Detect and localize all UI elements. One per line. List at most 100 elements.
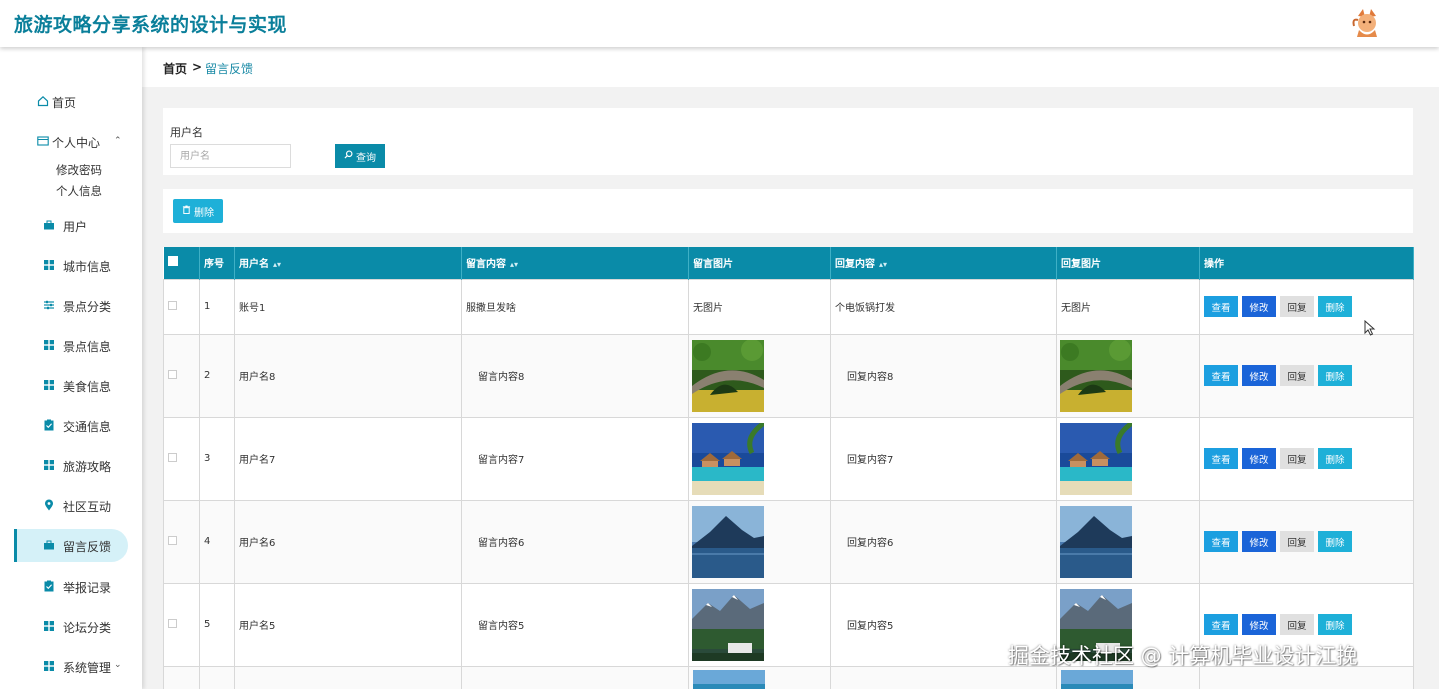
app-title: 旅游攻略分享系统的设计与实现 [14,14,288,36]
row-checkbox[interactable] [168,300,177,310]
username-search-input[interactable] [170,144,291,168]
search-panel: 用户名 查询 [163,108,1413,175]
select-all-checkbox[interactable] [167,256,178,267]
grid-icon [43,660,55,672]
breadcrumb: 首页 > 留言反馈 [142,47,1439,87]
sidebar-item-community[interactable]: 社区互动 [14,489,128,522]
sidebar-item-food-info[interactable]: 美食信息 [14,369,128,402]
header-message[interactable]: 留言内容 ▴▾ [461,247,689,279]
sidebar-item-spot-category[interactable]: 景点分类 [14,289,128,322]
row-checkbox[interactable] [168,369,177,379]
edit-button[interactable]: 修改 [1242,448,1276,469]
search-button[interactable]: 查询 [335,144,385,168]
sidebar-subitem-change-password[interactable]: 修改密码 [56,162,102,178]
view-button[interactable]: 查看 [1204,614,1238,635]
chevron-up-icon[interactable]: ⌃ [114,136,122,146]
view-button[interactable]: 查看 [1204,448,1238,469]
row-username: 用户名8 [234,333,462,418]
row-message: 留言内容7 [461,416,689,501]
bridge-photo[interactable] [1060,339,1132,412]
id-card-icon [37,135,49,147]
mouse-cursor-icon [1364,320,1376,336]
sort-icon[interactable]: ▴▾ [510,260,518,269]
bungalow-photo[interactable] [1060,422,1132,495]
user-avatar[interactable] [1350,6,1384,40]
lake-photo[interactable] [1060,505,1132,578]
bulk-delete-button[interactable]: 删除 [173,199,223,223]
edit-button[interactable]: 修改 [1242,365,1276,386]
sidebar-item-traffic-info[interactable]: 交通信息 [14,409,128,442]
sidebar-item-label: 留言反馈 [63,540,112,554]
delete-button[interactable]: 删除 [1318,448,1352,469]
sidebar-item-home[interactable]: 首页 [14,85,128,118]
mountain-photo[interactable] [692,588,764,661]
sidebar-item-spot-info[interactable]: 景点信息 [14,329,128,362]
delete-button[interactable]: 删除 [1318,614,1352,635]
header-reply-label: 回复内容 [835,259,875,271]
bulk-delete-label: 删除 [194,207,214,219]
reply-button[interactable]: 回复 [1280,448,1314,469]
bungalow-photo[interactable] [692,422,764,495]
sidebar-item-label: 城市信息 [63,260,112,274]
action-panel: 删除 [163,189,1413,233]
lake-photo[interactable] [692,505,764,578]
sort-icon[interactable]: ▴▾ [879,260,887,269]
delete-button[interactable]: 删除 [1318,365,1352,386]
edit-button[interactable]: 修改 [1242,296,1276,317]
beach-photo[interactable] [1061,669,1133,689]
bridge-photo[interactable] [692,339,764,412]
sidebar-item-city-info[interactable]: 城市信息 [14,249,128,282]
sort-icon[interactable]: ▴▾ [273,260,281,269]
table-row: 2 用户名8 留言内容8 回复内容8 查看 修改 回复 删除 [163,333,1414,418]
pin-icon [43,499,55,511]
sidebar-item-feedback[interactable]: 留言反馈 [14,529,128,562]
reply-button[interactable]: 回复 [1280,614,1314,635]
sidebar-item-label: 景点分类 [63,300,112,314]
header-no: 序号 [199,247,235,279]
select-all-cell [163,247,200,279]
sidebar-item-personal[interactable]: 个人中心 [14,125,128,158]
view-button[interactable]: 查看 [1204,531,1238,552]
delete-button[interactable]: 删除 [1318,296,1352,317]
trash-icon [182,205,191,217]
reply-button[interactable]: 回复 [1280,365,1314,386]
row-checkbox[interactable] [168,452,177,462]
sidebar: 首页 个人中心 ⌃ 修改密码 个人信息 用户 城市信息 景点分类 景点信息 美食… [0,47,142,689]
view-button[interactable]: 查看 [1204,296,1238,317]
sidebar-item-label: 举报记录 [63,581,112,595]
reply-button[interactable]: 回复 [1280,531,1314,552]
sidebar-item-users[interactable]: 用户 [14,209,128,242]
row-no: 3 [199,416,235,501]
grid-icon [43,259,55,271]
row-reply-image: 无图片 [1056,278,1200,335]
header-reply-image: 回复图片 [1056,247,1200,279]
header-actions: 操作 [1199,247,1414,279]
view-button[interactable]: 查看 [1204,365,1238,386]
breadcrumb-current: 留言反馈 [205,62,254,76]
header-username[interactable]: 用户名 ▴▾ [234,247,462,279]
sidebar-item-label: 个人中心 [52,136,101,150]
edit-button[interactable]: 修改 [1242,531,1276,552]
header-reply[interactable]: 回复内容 ▴▾ [830,247,1057,279]
row-no: 2 [199,333,235,418]
sidebar-item-report-record[interactable]: 举报记录 [14,570,128,603]
sidebar-item-travel-guide[interactable]: 旅游攻略 [14,449,128,482]
row-username: 用户名7 [234,416,462,501]
reply-button[interactable]: 回复 [1280,296,1314,317]
delete-button[interactable]: 删除 [1318,531,1352,552]
beach-photo[interactable] [693,669,765,689]
row-message: 留言内容6 [461,499,689,584]
row-checkbox[interactable] [168,618,177,628]
edit-button[interactable]: 修改 [1242,614,1276,635]
sidebar-item-forum-category[interactable]: 论坛分类 [14,610,128,643]
sidebar-item-system[interactable]: 系统管理 [14,650,128,683]
row-message: 留言内容5 [461,582,689,667]
row-message-image: 无图片 [688,278,831,335]
row-checkbox[interactable] [168,535,177,545]
grid-icon [43,379,55,391]
breadcrumb-home[interactable]: 首页 [163,60,187,77]
breadcrumb-separator: > [192,60,203,74]
grid-icon [43,339,55,351]
sidebar-subitem-personal-info[interactable]: 个人信息 [56,183,102,199]
chevron-down-icon[interactable]: ⌄ [114,660,122,670]
